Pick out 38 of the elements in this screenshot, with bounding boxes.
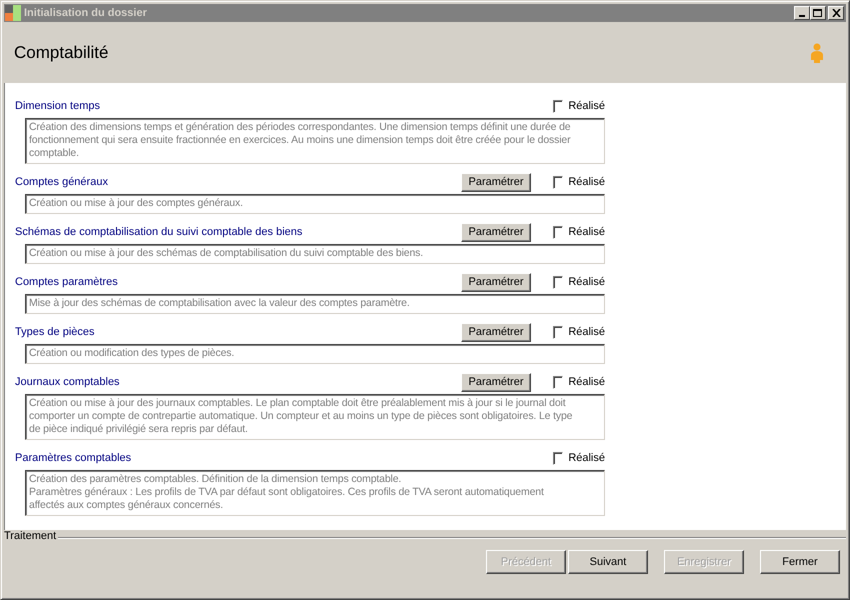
description-field: Création ou mise à jour des journaux comptables. Le plan comptable doit être préalablement mis à jour si le journal doit comporter un compte de contrepartie automatique. Un compteur et au moins un type de pièces sont obligatoires. Le type de pièce indiqué privilégié sera repris par défaut. xyxy=(25,394,605,440)
description-field: Création ou mise à jour des comptes généraux. xyxy=(25,194,605,214)
configure-button[interactable]: Paramétrer xyxy=(461,322,531,342)
configure-button[interactable]: Paramétrer xyxy=(461,222,531,242)
description-field: Création ou mise à jour des schémas de comptabilisation du suivi comptable des biens. xyxy=(25,244,605,264)
checkbox-label: Réalisé xyxy=(568,326,605,338)
checkbox-label: Réalisé xyxy=(568,376,605,388)
minimize-button[interactable] xyxy=(794,6,810,20)
close-icon xyxy=(832,9,840,17)
maximize-icon xyxy=(813,8,823,18)
section-title: Schémas de comptabilisation du suivi comptable des biens xyxy=(15,226,304,238)
checkbox-label: Réalisé xyxy=(568,276,605,288)
checkbox-label: Réalisé xyxy=(568,100,605,112)
app-icon xyxy=(5,5,21,21)
description-field: Création des paramètres comptables. Définition de la dimension temps comptable. Paramètres généraux : Les profils de TVA par défaut sont obligatoires. Ces profils de TVA seront automatiquement affectés aux comptes généraux concernés. xyxy=(25,470,605,516)
page-title: Comptabilité xyxy=(14,42,108,62)
section-title: Comptes généraux xyxy=(15,176,109,188)
person-icon xyxy=(810,42,824,62)
close-button[interactable] xyxy=(828,6,844,20)
group-label: Traitement xyxy=(4,530,58,542)
checkbox-label: Réalisé xyxy=(568,176,605,188)
checkbox-label: Réalisé xyxy=(568,226,605,238)
section-title: Journaux comptables xyxy=(15,376,121,388)
section-title: Dimension temps xyxy=(15,100,101,112)
configure-button[interactable]: Paramétrer xyxy=(461,172,531,192)
section-title: Comptes paramètres xyxy=(15,276,119,288)
wizard-button[interactable]: Fermer xyxy=(760,550,840,574)
section-title: Paramètres comptables xyxy=(15,452,132,464)
wizard-button[interactable]: Suivant xyxy=(568,550,648,574)
configure-button[interactable]: Paramétrer xyxy=(461,372,531,392)
configure-button[interactable]: Paramétrer xyxy=(461,272,531,292)
section-title: Types de pièces xyxy=(15,326,96,338)
description-field: Mise à jour des schémas de comptabilisation avec la valeur des comptes paramètre. xyxy=(25,294,605,314)
window-title: Initialisation du dossier xyxy=(24,7,148,19)
description-field: Création des dimensions temps et génération des périodes correspondantes. Une dimension temps définit une durée de fonctionnement qui sera ensuite fractionnée en exercices. Au moins une dimension temps doit être créée pour le dossier comptable. xyxy=(25,118,605,164)
maximize-button[interactable] xyxy=(810,6,826,20)
checkbox-label: Réalisé xyxy=(568,452,605,464)
description-field: Création ou modification des types de pièces. xyxy=(25,344,605,364)
